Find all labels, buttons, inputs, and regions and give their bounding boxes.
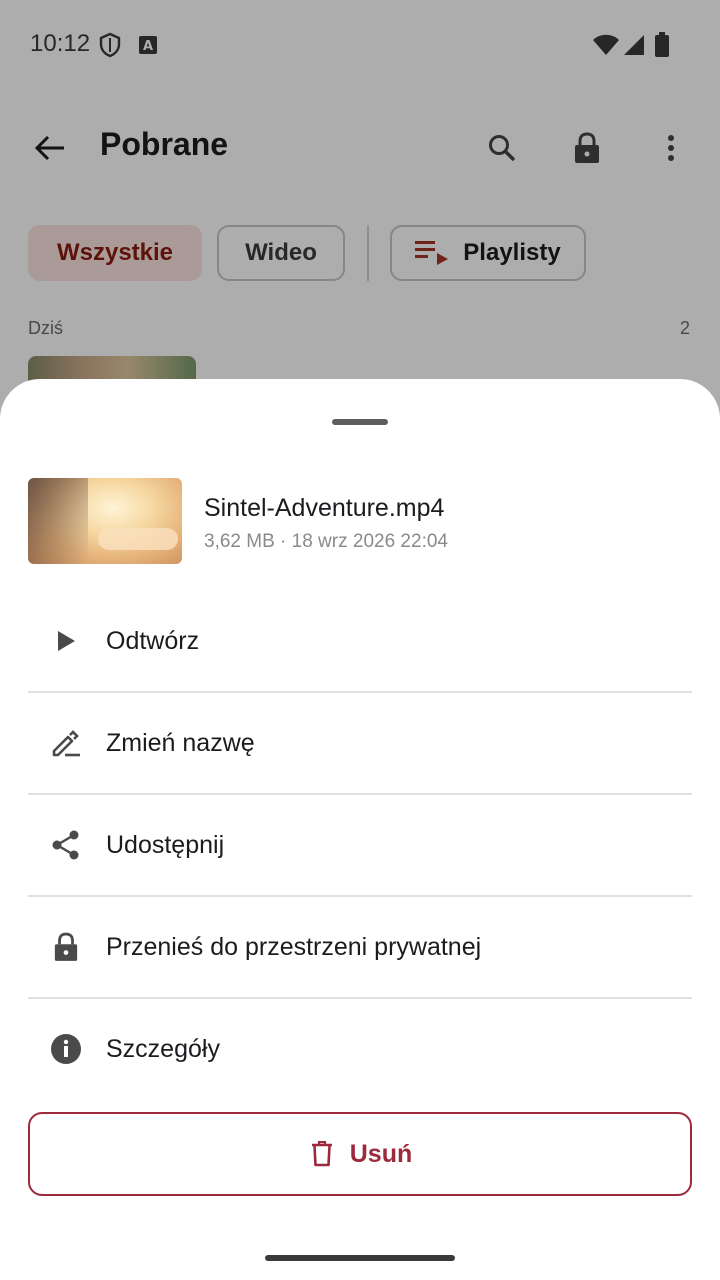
menu-item-label: Zmień nazwę	[106, 729, 255, 757]
delete-button[interactable]: Usuń	[28, 1112, 692, 1196]
menu-item-play[interactable]: Odtwórz	[0, 591, 720, 691]
menu-item-share[interactable]: Udostępnij	[0, 795, 720, 895]
edit-icon	[48, 725, 84, 761]
menu-item-label: Przenieś do przestrzeni prywatnej	[106, 933, 482, 961]
menu-item-move-private[interactable]: Przenieś do przestrzeni prywatnej	[0, 897, 720, 997]
share-icon	[48, 827, 84, 863]
file-thumbnail	[28, 478, 182, 564]
action-menu: Odtwórz Zmień nazwę Udostępnij Przenieś …	[0, 591, 720, 1099]
menu-item-rename[interactable]: Zmień nazwę	[0, 693, 720, 793]
menu-item-label: Szczegóły	[106, 1035, 220, 1063]
menu-item-details[interactable]: Szczegóły	[0, 999, 720, 1099]
play-icon	[48, 623, 84, 659]
lock-icon	[48, 929, 84, 965]
delete-label: Usuń	[349, 1139, 413, 1168]
bottom-sheet: Sintel-Adventure.mp4 3,62 MB · 18 wrz 20…	[0, 379, 720, 1280]
trash-icon	[308, 1140, 336, 1168]
home-indicator[interactable]	[265, 1255, 455, 1261]
file-name: Sintel-Adventure.mp4	[204, 494, 445, 522]
file-meta: 3,62 MB · 18 wrz 2026 22:04	[204, 531, 448, 552]
info-icon	[48, 1031, 84, 1067]
menu-item-label: Odtwórz	[106, 627, 200, 655]
menu-item-label: Udostępnij	[106, 831, 225, 859]
drag-handle[interactable]	[332, 419, 388, 425]
